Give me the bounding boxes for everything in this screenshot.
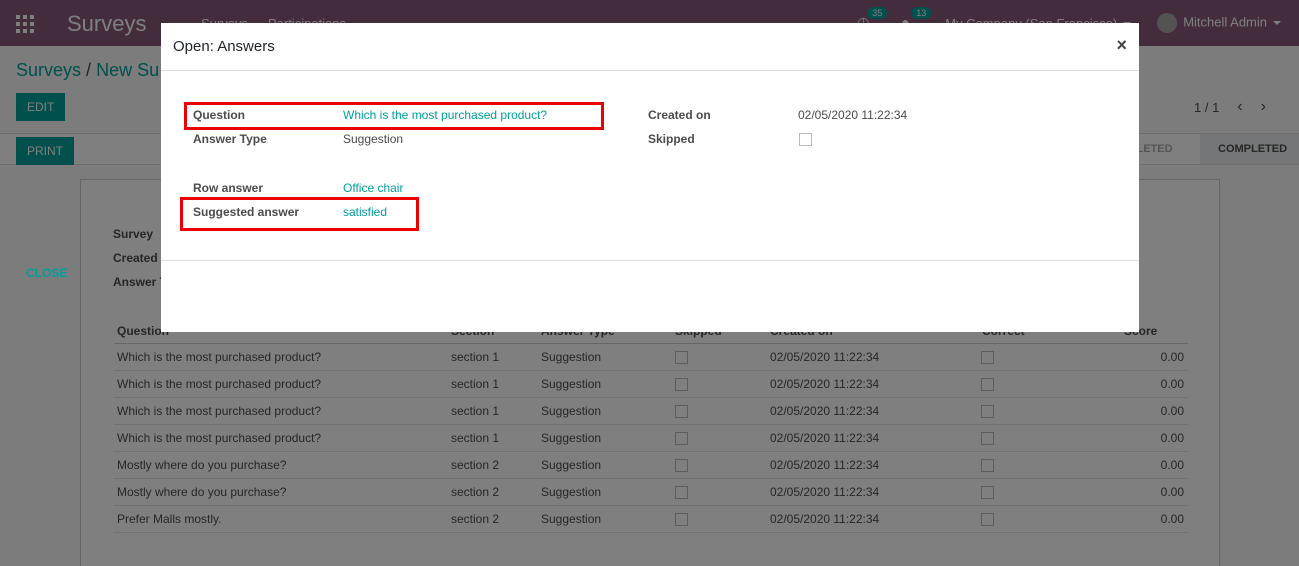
created-on-label: Created on xyxy=(648,108,711,122)
dialog-header: Open: Answers × xyxy=(161,23,1139,71)
answer-type-value: Suggestion xyxy=(343,132,404,146)
highlight-box-suggested xyxy=(180,197,419,231)
answer-type-label: Answer Type xyxy=(193,132,267,146)
row-answer-label: Row answer xyxy=(193,181,264,195)
dialog-body: Question Which is the most purchased pro… xyxy=(161,71,1139,261)
close-icon[interactable]: × xyxy=(1116,35,1127,56)
created-on-value: 02/05/2020 11:22:34 xyxy=(798,108,908,122)
row-answer-value[interactable]: Office chair xyxy=(343,181,403,195)
highlight-box-question xyxy=(184,102,604,130)
close-button[interactable]: CLOSE xyxy=(26,266,67,280)
skipped-label: Skipped xyxy=(648,132,695,146)
dialog-title: Open: Answers xyxy=(173,38,275,55)
answers-dialog: Open: Answers × Question Which is the mo… xyxy=(161,23,1139,332)
skipped-checkbox[interactable] xyxy=(799,133,812,146)
dialog-footer xyxy=(161,261,1139,331)
